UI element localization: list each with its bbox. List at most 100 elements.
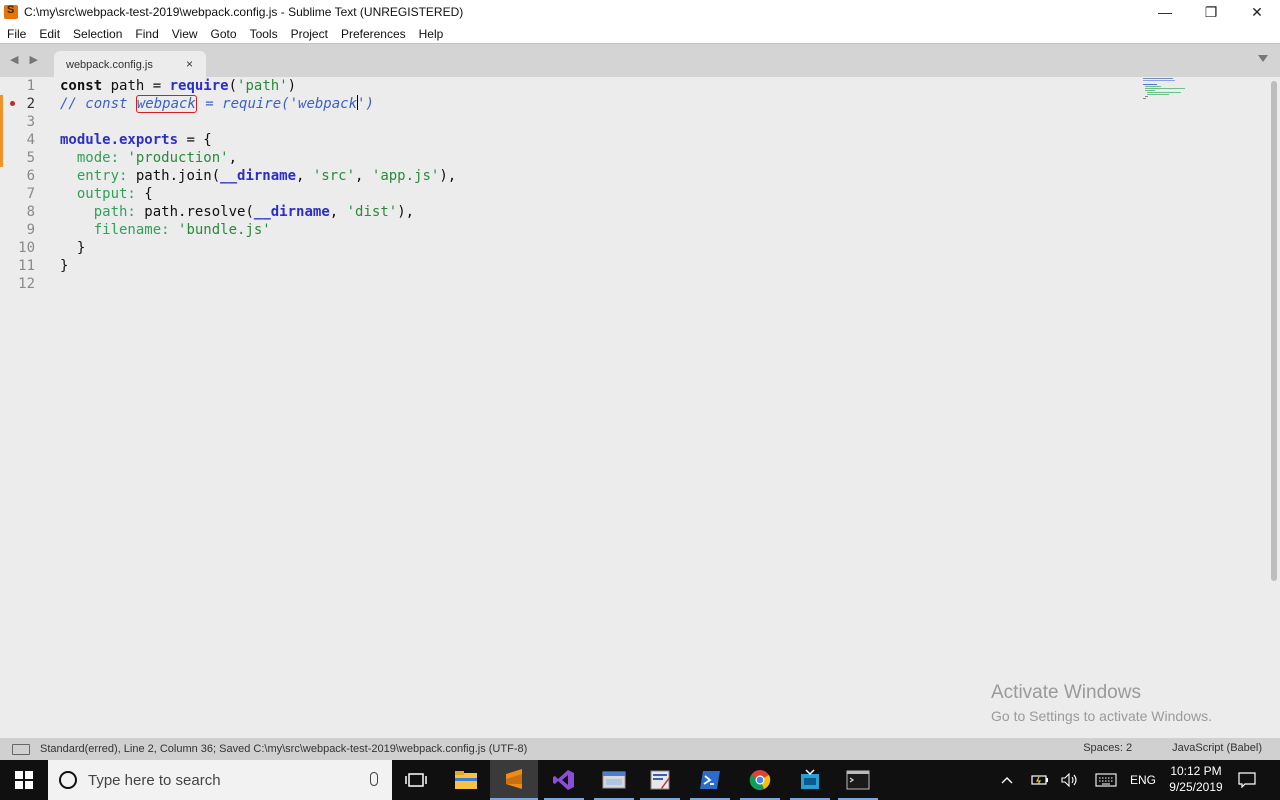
- indentation-setting[interactable]: Spaces: 2: [1083, 742, 1132, 754]
- line-number: 9: [26, 222, 35, 238]
- scrollbar-thumb[interactable]: [1271, 81, 1277, 581]
- close-button[interactable]: ✕: [1234, 0, 1280, 24]
- menu-goto[interactable]: Goto: [204, 27, 243, 41]
- minimap[interactable]: [1140, 77, 1200, 107]
- token-property: path:: [93, 204, 136, 220]
- menu-help[interactable]: Help: [412, 27, 450, 41]
- app-window-icon: [602, 771, 626, 789]
- token-text: ,: [296, 168, 313, 184]
- powershell-icon: [700, 771, 720, 789]
- taskbar-visual-studio[interactable]: [540, 760, 588, 800]
- syntax-selector[interactable]: JavaScript (Babel): [1172, 742, 1262, 754]
- watermark-title: Activate Windows: [991, 682, 1141, 703]
- menu-find[interactable]: Find: [128, 27, 164, 41]
- token-string: 'dist': [346, 204, 398, 220]
- minimap-line: [1147, 92, 1181, 93]
- taskbar-terminal[interactable]: [834, 760, 882, 800]
- maximize-button[interactable]: ❐: [1188, 0, 1234, 24]
- menu-view[interactable]: View: [165, 27, 204, 41]
- tab-dropdown-icon[interactable]: [1258, 55, 1268, 62]
- token-text: (: [228, 78, 238, 94]
- volume-button[interactable]: [1058, 760, 1082, 800]
- task-view-button[interactable]: [392, 760, 440, 800]
- panel-toggle-icon[interactable]: [12, 743, 30, 755]
- taskbar-media-app[interactable]: [786, 760, 834, 800]
- token-text: path.join(: [127, 168, 221, 184]
- token-comment: '): [357, 96, 374, 112]
- menu-file[interactable]: File: [0, 27, 32, 41]
- menu-project[interactable]: Project: [284, 27, 334, 41]
- input-language[interactable]: ENG: [1126, 760, 1160, 800]
- code-text: path: path.resolve(__dirname, 'dist'),: [60, 203, 414, 221]
- minimap-line: [1145, 90, 1155, 91]
- minimap-line: [1147, 94, 1169, 95]
- clock-time: 10:12 PM: [1170, 764, 1222, 778]
- token-string: 'src': [312, 168, 356, 184]
- code-editor[interactable]: 1 const path = require('path') 2 // cons…: [0, 77, 1268, 738]
- menu-preferences[interactable]: Preferences: [334, 27, 412, 41]
- sublime-text-icon: [506, 769, 522, 789]
- minimap-line: [1143, 78, 1173, 79]
- window-controls: — ❐ ✕: [1142, 0, 1280, 24]
- minimap-line: [1143, 80, 1175, 81]
- code-line: 6 entry: path.join(__dirname, 'src', 'ap…: [0, 167, 1140, 185]
- touch-keyboard-button[interactable]: [1092, 760, 1120, 800]
- menu-edit[interactable]: Edit: [32, 27, 66, 41]
- power-status-button[interactable]: [1028, 760, 1052, 800]
- tab-webpack-config[interactable]: webpack.config.js ×: [54, 51, 206, 78]
- code-line: 1 const path = require('path'): [0, 77, 1140, 95]
- tab-label: webpack.config.js: [66, 58, 153, 71]
- menu-tools[interactable]: Tools: [243, 27, 284, 41]
- tab-close-icon[interactable]: ×: [186, 57, 193, 71]
- taskbar-sublime-text[interactable]: [490, 760, 538, 800]
- code-text: mode: 'production',: [60, 149, 237, 167]
- code-line: 10 }: [0, 239, 1140, 257]
- tab-nav-arrows-icon[interactable]: ◀ ▶: [10, 53, 42, 66]
- taskbar-app-window[interactable]: [590, 760, 638, 800]
- code-line: 12: [0, 275, 1140, 293]
- token-text: = {: [178, 132, 212, 148]
- code-line: 11 }: [0, 257, 1140, 275]
- action-center-button[interactable]: [1232, 760, 1262, 800]
- token-property: entry:: [76, 168, 128, 184]
- taskbar-chrome[interactable]: [736, 760, 784, 800]
- status-right: Spaces: 2 JavaScript (Babel): [1043, 742, 1262, 754]
- status-bar: Standard(erred), Line 2, Column 36; Save…: [0, 738, 1280, 760]
- taskbar-powershell[interactable]: [686, 760, 734, 800]
- line-number: 2: [26, 96, 35, 112]
- menu-selection[interactable]: Selection: [66, 27, 128, 41]
- show-hidden-icons-button[interactable]: [996, 760, 1018, 800]
- taskbar-editor-tool[interactable]: [636, 760, 684, 800]
- title-bar: C:\my\src\webpack-test-2019\webpack.conf…: [0, 0, 1280, 24]
- chevron-up-icon: [1001, 777, 1013, 784]
- code-text: // const webpack = require('webpack'): [60, 95, 374, 113]
- line-number: 7: [26, 186, 35, 202]
- taskbar-file-explorer[interactable]: [442, 760, 490, 800]
- vertical-scrollbar[interactable]: [1268, 77, 1280, 738]
- code-line-current: 2 // const webpack = require('webpack'): [0, 95, 1140, 113]
- terminal-icon: [846, 770, 870, 790]
- token-string: 'production': [127, 150, 229, 166]
- editor-tool-icon: [650, 770, 670, 790]
- code-text: const path = require('path'): [60, 77, 296, 95]
- search-placeholder: Type here to search: [88, 771, 221, 789]
- media-app-icon: [801, 769, 819, 789]
- windows-logo-icon: [15, 771, 33, 789]
- minimap-line: [1145, 88, 1185, 89]
- notification-icon: [1238, 772, 1256, 788]
- task-view-icon: [405, 773, 427, 787]
- token-comment: // const: [60, 96, 136, 112]
- microphone-icon[interactable]: [370, 772, 378, 786]
- taskbar-search[interactable]: Type here to search: [48, 760, 392, 800]
- tab-bar: ◀ ▶ webpack.config.js ×: [0, 43, 1280, 78]
- minimize-button[interactable]: —: [1142, 0, 1188, 24]
- clock[interactable]: 10:12 PM 9/25/2019: [1160, 763, 1232, 795]
- start-button[interactable]: [0, 760, 48, 800]
- token-magic: __dirname: [220, 168, 297, 184]
- menu-bar: File Edit Selection Find View Goto Tools…: [0, 24, 1280, 43]
- code-text: }: [60, 258, 69, 274]
